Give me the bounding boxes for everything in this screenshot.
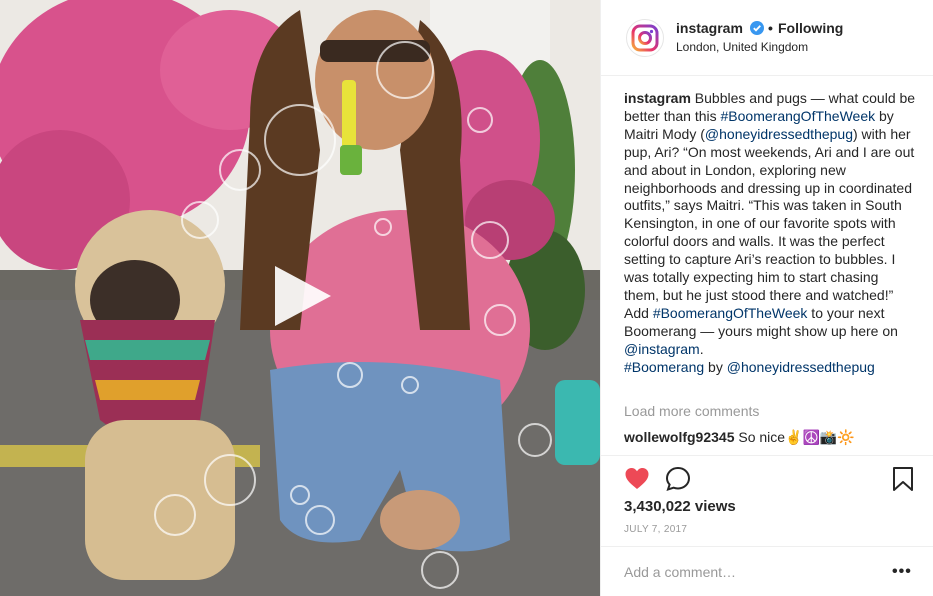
mention-link[interactable]: @honeyidressedthepug (705, 126, 853, 142)
more-options-icon[interactable]: ••• (892, 563, 912, 581)
instagram-post: instagram • Following London, United Kin… (0, 0, 933, 596)
post-header: instagram • Following London, United Kin… (601, 0, 933, 76)
caption-text: ) with her pup, Ari? “On most weekends, … (624, 125, 915, 321)
add-comment-section: ••• (601, 546, 933, 596)
comment-username[interactable]: wollewolfg92345 (624, 429, 734, 445)
header-username[interactable]: instagram (676, 20, 743, 36)
location-link[interactable]: London, United Kingdom (676, 40, 808, 54)
play-icon[interactable] (271, 262, 335, 330)
hashtag-link[interactable]: #BoomerangOfTheWeek (653, 305, 808, 321)
caption-text: by (704, 358, 727, 375)
view-count[interactable]: 3,430,022 views (624, 498, 736, 515)
caption-text: . (699, 340, 704, 357)
instagram-logo-icon (631, 24, 659, 52)
post-date[interactable]: JULY 7, 2017 (624, 524, 687, 535)
post-caption: instagram Bubbles and pugs — what could … (624, 90, 916, 377)
comment-text: So nice✌️☮️📸🔆 (734, 429, 855, 445)
comment-input[interactable] (624, 561, 874, 583)
hashtag-link[interactable]: #BoomerangOfTheWeek (721, 108, 876, 124)
post-sidebar: instagram • Following London, United Kin… (600, 0, 933, 596)
header-separator: • (768, 20, 773, 36)
post-media[interactable] (0, 0, 600, 596)
mention-link[interactable]: @honeyidressedthepug (727, 359, 875, 375)
comment-icon[interactable] (665, 466, 691, 492)
load-more-comments-button[interactable]: Load more comments (624, 403, 759, 419)
bookmark-icon[interactable] (890, 466, 916, 492)
caption-username[interactable]: instagram (624, 90, 691, 106)
heart-icon[interactable] (624, 466, 650, 492)
verified-icon (750, 21, 764, 35)
mention-link[interactable]: @instagram (624, 341, 700, 357)
hashtag-link[interactable]: #Boomerang (624, 359, 704, 375)
following-button[interactable]: Following (778, 20, 843, 36)
comment-item: wollewolfg92345 So nice✌️☮️📸🔆 (624, 429, 855, 446)
avatar[interactable] (626, 19, 664, 57)
